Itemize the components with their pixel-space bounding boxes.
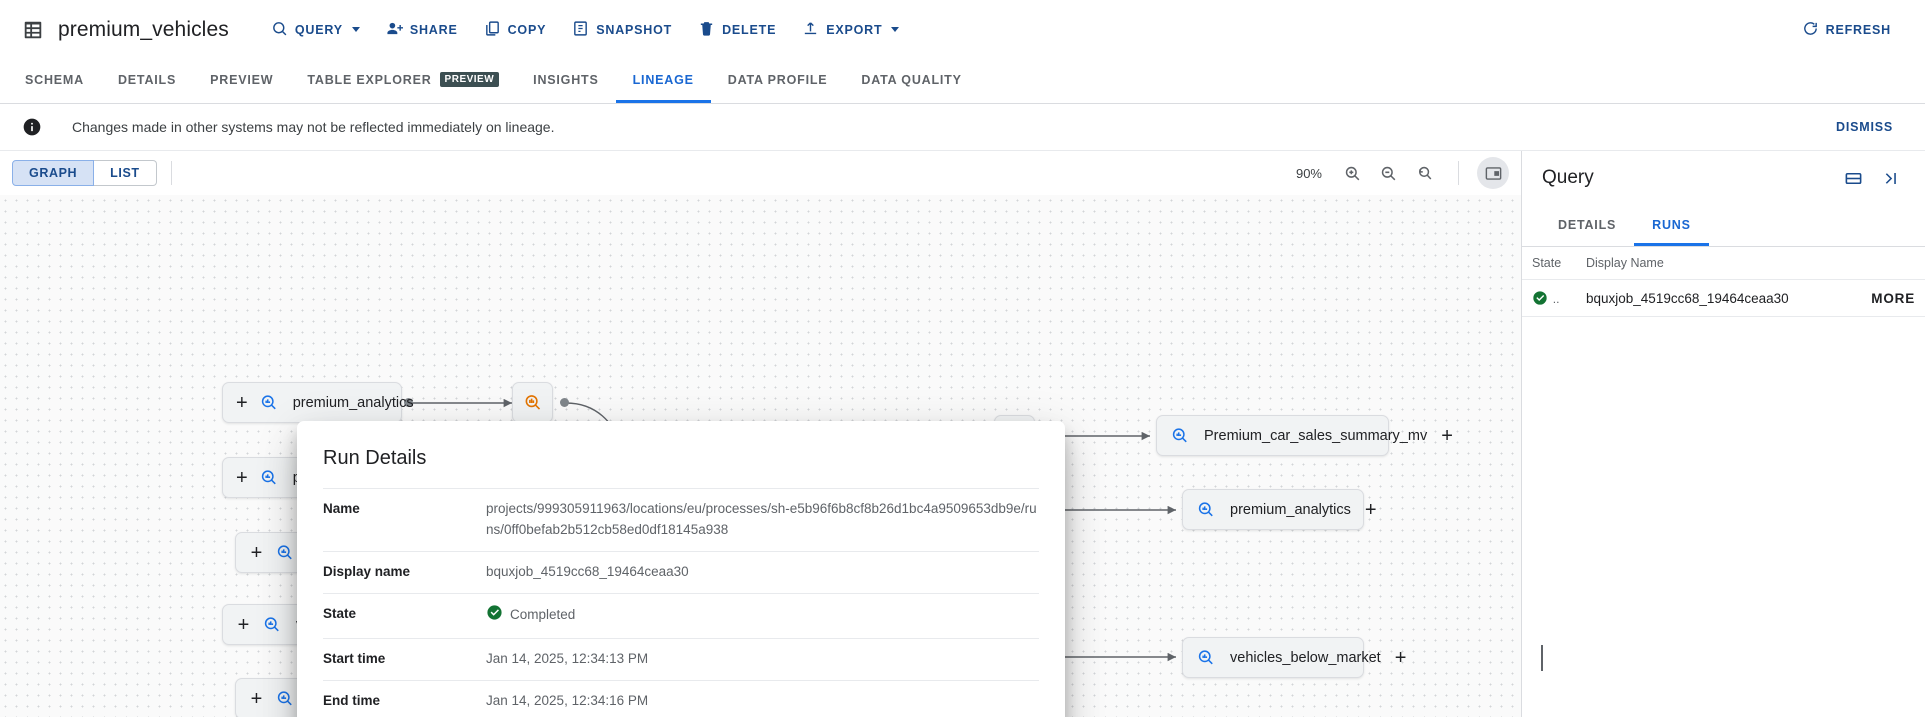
field-value: Jan 14, 2025, 12:34:16 PM: [486, 692, 649, 708]
field-label: Display name: [323, 563, 411, 579]
field-label: State: [323, 605, 357, 621]
field-label: End time: [323, 692, 381, 708]
field-value-wrapper: Completed: [486, 604, 575, 628]
field-state: State Completed: [323, 592, 1039, 638]
field-value: bquxjob_4519cc68_19464ceaa30: [486, 563, 689, 579]
check-circle-icon: [486, 604, 503, 628]
field-value: Jan 14, 2025, 12:34:13 PM: [486, 650, 649, 666]
dialog-title: Run Details: [323, 447, 427, 469]
dialog-body: Name projects/999305911963/locations/eu/…: [297, 488, 1065, 717]
field-label: Start time: [323, 650, 386, 666]
field-value: projects/999305911963/locations/eu/proce…: [486, 501, 1037, 537]
run-details-dialog: Run Details Name projects/999305911963/l…: [297, 421, 1065, 717]
field-start-time: Start time Jan 14, 2025, 12:34:13 PM: [323, 637, 1039, 680]
field-name: Name projects/999305911963/locations/eu/…: [323, 488, 1039, 551]
field-end-time: End time Jan 14, 2025, 12:34:16 PM: [323, 679, 1039, 717]
field-display-name: Display name bquxjob_4519cc68_19464ceaa3…: [323, 550, 1039, 593]
field-label: Name: [323, 501, 360, 516]
state-value: Completed: [510, 607, 576, 623]
